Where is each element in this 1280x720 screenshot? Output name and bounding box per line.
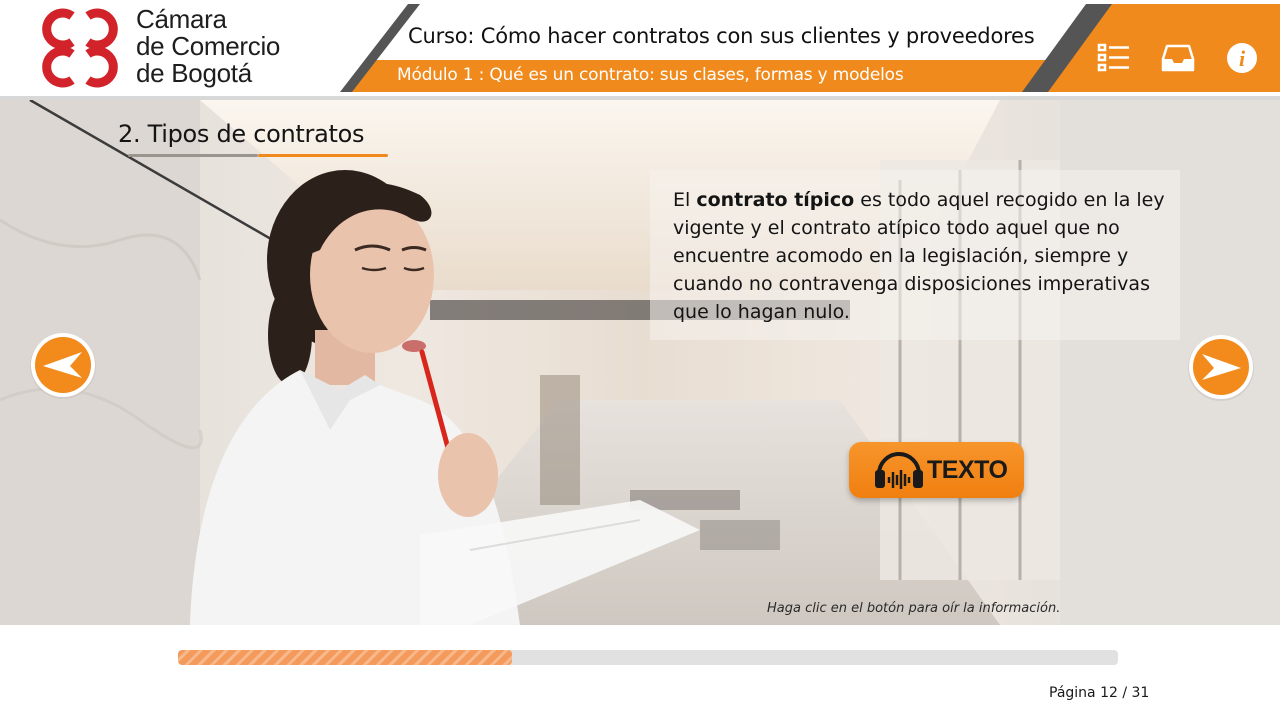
headphones-icon bbox=[875, 452, 923, 489]
menu-list-icon bbox=[1097, 43, 1129, 72]
body-text-bold: contrato típico bbox=[696, 189, 855, 211]
arrow-right-icon bbox=[1188, 335, 1254, 401]
audio-text-button-label: TEXTO bbox=[927, 455, 1008, 484]
page-counter: Página 12 / 31 bbox=[1049, 685, 1150, 701]
ccb-logo-icon bbox=[42, 8, 118, 88]
info-button[interactable]: i bbox=[1222, 38, 1262, 78]
logo-line-2: de Comercio bbox=[136, 31, 281, 61]
section-title-underline bbox=[128, 154, 388, 158]
footer-bar: Página 12 / 31 bbox=[0, 625, 1280, 720]
menu-button[interactable] bbox=[1094, 38, 1134, 78]
instruction-hint: Haga clic en el botón para oír la inform… bbox=[767, 601, 1061, 616]
inbox-button[interactable] bbox=[1158, 38, 1198, 78]
logo-line-3: de Bogotá bbox=[136, 58, 252, 88]
audio-text-button[interactable]: TEXTO bbox=[849, 442, 1024, 498]
info-icon: i bbox=[1227, 43, 1257, 73]
content-stage: 2. Tipos de contratos El contrato típico… bbox=[0, 100, 1280, 625]
body-text-lead: El bbox=[673, 189, 697, 211]
inbox-icon bbox=[1161, 44, 1195, 72]
header-bar: Cámara de Comercio de Bogotá Curso: Cómo… bbox=[0, 0, 1280, 100]
svg-text:i: i bbox=[1239, 46, 1246, 71]
next-page-button[interactable] bbox=[1186, 332, 1256, 402]
arrow-left-icon bbox=[30, 333, 96, 399]
logo-wordmark: Cámara de Comercio de Bogotá bbox=[136, 6, 280, 87]
logo-line-1: Cámara bbox=[136, 4, 227, 34]
previous-page-button[interactable] bbox=[28, 330, 98, 400]
module-title: Módulo 1 : Qué es un contrato: sus clase… bbox=[397, 65, 904, 85]
course-progress-fill bbox=[178, 650, 512, 665]
section-title: 2. Tipos de contratos bbox=[118, 120, 365, 148]
course-title: Curso: Cómo hacer contratos con sus clie… bbox=[408, 24, 1035, 48]
course-progress-bar bbox=[178, 650, 1118, 665]
office-background-image bbox=[0, 100, 1280, 625]
body-paragraph: El contrato típico es todo aquel recogid… bbox=[673, 186, 1173, 326]
